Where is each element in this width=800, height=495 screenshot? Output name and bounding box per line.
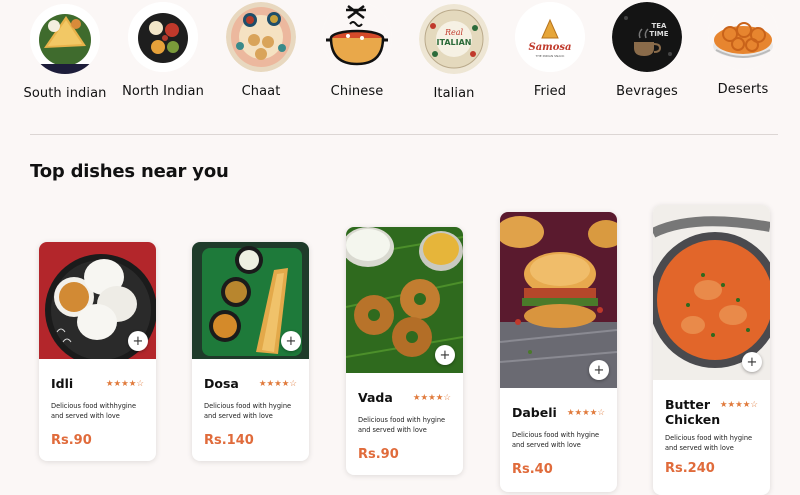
star-rating: ★★★★☆ — [719, 400, 758, 410]
dish-price: Rs.40 — [512, 462, 553, 477]
svg-text:TIME: TIME — [649, 30, 668, 38]
add-to-cart-button[interactable]: + — [589, 360, 609, 380]
dish-price: Rs.140 — [204, 433, 254, 448]
add-to-cart-button[interactable]: + — [742, 352, 762, 372]
dish-card-idli[interactable]: + Idli ★★★★☆ Delicious food withhygine a… — [39, 242, 156, 461]
dish-card-dabeli[interactable]: + Dabeli ★★★★☆ Delicious food with hygin… — [500, 212, 617, 492]
star-rating: ★★★★☆ — [412, 393, 451, 403]
section-divider — [30, 134, 778, 135]
category-label: South indian — [23, 86, 107, 101]
dish-description: Delicious food with hygine and served wi… — [512, 431, 600, 449]
star-rating: ★★★★☆ — [566, 408, 605, 418]
dish-name: Dosa — [204, 376, 239, 391]
category-deserts[interactable]: Deserts — [688, 0, 798, 97]
dish-photo-butter-chicken: + — [653, 205, 770, 380]
category-label: Chaat — [241, 84, 281, 99]
add-to-cart-button[interactable]: + — [128, 331, 148, 351]
star-rating: ★★★★☆ — [258, 379, 297, 389]
dish-card-vada[interactable]: + Vada ★★★★☆ Delicious food with hygine … — [346, 227, 463, 475]
category-label: Italian — [433, 86, 475, 101]
wok-bowl-icon — [322, 2, 392, 72]
svg-text:THE INDIAN SNACK: THE INDIAN SNACK — [535, 54, 566, 58]
category-fried[interactable]: Samosa THE INDIAN SNACK Fried — [495, 2, 605, 99]
dish-name: Idli — [51, 376, 74, 391]
category-label: North Indian — [122, 84, 204, 99]
dish-description: Delicious food with hygine and served wi… — [204, 402, 292, 420]
svg-text:Real: Real — [444, 28, 464, 37]
dish-photo-idli: + — [39, 242, 156, 359]
category-chinese[interactable]: Chinese — [302, 2, 412, 99]
star-rating: ★★★★☆ — [105, 379, 144, 389]
category-bevrages[interactable]: TEA TIME Bevrages — [592, 2, 702, 99]
category-label: Chinese — [330, 84, 384, 99]
chaat-plate-icon — [226, 2, 296, 72]
dish-photo-vada: + — [346, 227, 463, 373]
category-south-indian[interactable]: South indian — [10, 4, 120, 101]
dish-name: Butter Chicken — [665, 397, 721, 427]
dish-price: Rs.240 — [665, 461, 715, 476]
dish-description: Delicious food with hygine and served wi… — [665, 434, 753, 452]
italian-pizza-icon: Real ITALIAN — [419, 4, 489, 74]
svg-text:TEA: TEA — [652, 22, 668, 30]
dish-photo-dosa: + — [192, 242, 309, 359]
category-italian[interactable]: Real ITALIAN Italian — [399, 4, 509, 101]
dish-name: Dabeli — [512, 405, 557, 420]
jalebi-bowl-icon — [708, 0, 778, 70]
category-north-indian[interactable]: North Indian — [108, 2, 218, 99]
category-label: Bevrages — [616, 84, 678, 99]
svg-text:Samosa: Samosa — [528, 42, 571, 53]
svg-text:ITALIAN: ITALIAN — [437, 38, 472, 47]
dish-price: Rs.90 — [51, 433, 92, 448]
category-chaat[interactable]: Chaat — [206, 2, 316, 99]
dish-card-butter-chicken[interactable]: + Butter Chicken ★★★★☆ Delicious food wi… — [653, 205, 770, 495]
dish-name: Vada — [358, 390, 393, 405]
dish-photo-dabeli: + — [500, 212, 617, 388]
dish-price: Rs.90 — [358, 447, 399, 462]
tea-time-icon: TEA TIME — [612, 2, 682, 72]
samosa-logo-icon: Samosa THE INDIAN SNACK — [515, 2, 585, 72]
dish-description: Delicious food with hygine and served wi… — [358, 416, 446, 434]
dish-description: Delicious food withhygine and served wit… — [51, 402, 136, 420]
category-label: Fried — [533, 84, 567, 99]
add-to-cart-button[interactable]: + — [281, 331, 301, 351]
dish-card-dosa[interactable]: + Dosa ★★★★☆ Delicious food with hygine … — [192, 242, 309, 461]
section-title: Top dishes near you — [30, 161, 229, 182]
category-label: Deserts — [717, 82, 769, 97]
add-to-cart-button[interactable]: + — [435, 345, 455, 365]
thali-plate-icon — [128, 2, 198, 72]
dosa-plate-icon — [30, 4, 100, 74]
